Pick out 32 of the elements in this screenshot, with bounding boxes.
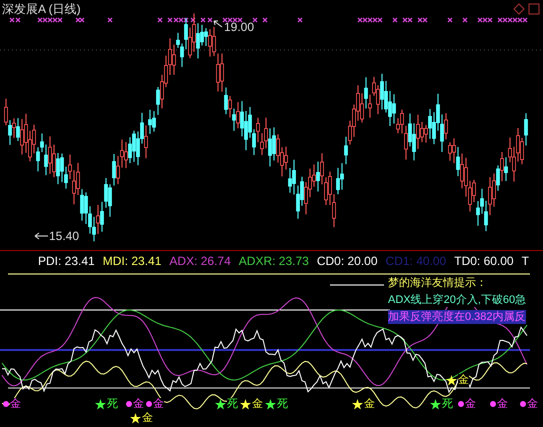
hint-text: ADX线上穿20介入,下破60急 (388, 293, 526, 307)
signal-label: 金 (252, 398, 263, 410)
signal-label: 死 (442, 398, 453, 410)
signal-label: 金 (458, 374, 469, 386)
signal-label: 金 (364, 398, 375, 410)
signal-label: 金 (133, 398, 144, 410)
hint-text: 加果反弹亮度在0.382内属反 (388, 310, 526, 324)
high-price-label: 19.00 (224, 20, 254, 34)
indicator-value: PDI: 23.41 (38, 254, 95, 268)
diamond-icon[interactable] (513, 3, 525, 15)
signal-label: 金 (153, 398, 164, 410)
indicator-value: CD1: 40.00 (386, 254, 446, 268)
indicator-value: ADXR: 23.73 (238, 254, 309, 268)
indicator-value: CD0: 20.00 (316, 254, 378, 268)
indicator-value: T (522, 254, 529, 268)
indicator-value: ADX: 26.74 (169, 254, 231, 268)
square-icon[interactable] (528, 3, 540, 15)
signal-label: 死 (227, 398, 238, 410)
indicator-value: TD0: 60.00 (454, 254, 514, 268)
window-title: 深发展A (日线) (2, 1, 81, 18)
hint-text: 梦的海洋友情提示： (388, 276, 487, 290)
signal-label: 金 (465, 398, 476, 410)
signal-label: 金 (142, 412, 153, 424)
signal-label: 死 (277, 398, 288, 410)
signal-label: 金 (10, 398, 21, 410)
low-arrow-icon (34, 232, 48, 240)
signal-label: 金 (497, 398, 508, 410)
high-arrow-icon (214, 20, 222, 28)
signal-label: 死 (107, 398, 118, 410)
low-price-label: 15.40 (49, 229, 80, 243)
signal-label: 金 (527, 398, 538, 410)
indicator-value: MDI: 23.41 (102, 254, 162, 268)
